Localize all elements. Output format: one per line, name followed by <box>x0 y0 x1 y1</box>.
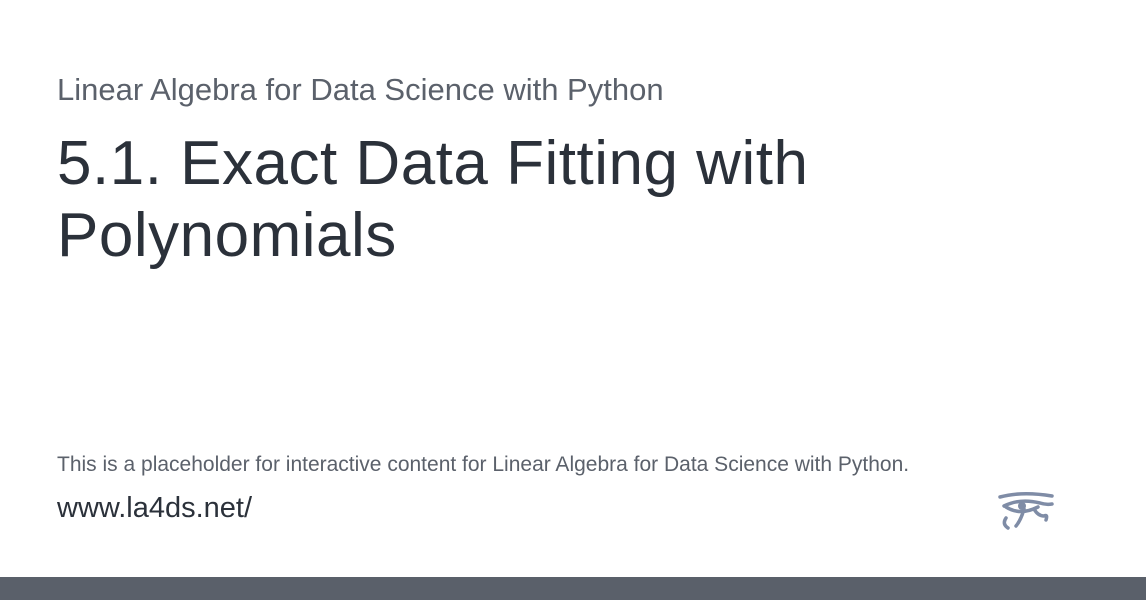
page-title: 5.1. Exact Data Fitting with Polynomials <box>57 129 809 270</box>
site-url[interactable]: www.la4ds.net/ <box>57 492 252 525</box>
eye-of-horus-icon <box>998 492 1054 530</box>
book-title: Linear Algebra for Data Science with Pyt… <box>57 72 664 107</box>
social-card: Linear Algebra for Data Science with Pyt… <box>0 0 1146 600</box>
footer-bar <box>0 577 1146 600</box>
description-text: This is a placeholder for interactive co… <box>57 453 910 476</box>
